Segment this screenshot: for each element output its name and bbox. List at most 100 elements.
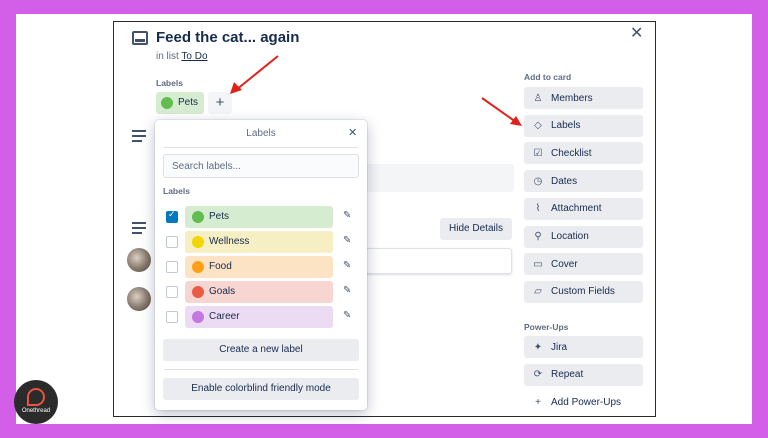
labels-section-heading: Labels [163,186,190,196]
avatar[interactable] [127,287,151,311]
paperclip-icon: ⌇ [535,203,541,215]
sidebar-button-label: Checklist [551,147,592,159]
arrow-head [510,116,522,126]
arrow-shaft [481,97,517,123]
label-dot-icon [161,97,173,109]
in-list-prefix: in list [156,51,179,62]
sidebar-button-label: Dates [551,175,578,187]
label-chip-text: Pets [178,97,199,108]
label-name: Goals [209,286,236,297]
annotation-arrow [481,97,522,126]
sidebar-button-location[interactable]: ⚲ Location [524,225,643,248]
label-name: Pets [209,211,230,222]
sidebar-button-label: Attachment [551,203,602,215]
label-checkbox[interactable] [166,261,178,273]
search-labels-input[interactable] [163,154,359,178]
label-color-dot-icon [192,211,204,223]
logo-text: Onethread [21,408,51,414]
avatar[interactable] [127,248,151,272]
popover-title: Labels [246,128,276,139]
label-bar[interactable]: Pets [185,206,333,228]
label-bar[interactable]: Career [185,306,333,328]
colorblind-mode-button[interactable]: Enable colorblind friendly mode [163,378,359,400]
label-row-food: Food ✎ [163,256,359,278]
divider [164,147,358,148]
label-color-dot-icon [192,261,204,273]
sidebar-button-attachment[interactable]: ⌇ Attachment [524,197,643,220]
label-name: Career [209,311,240,322]
sidebar-button-label: Repeat [551,369,584,381]
label-row-wellness: Wellness ✎ [163,231,359,253]
labels-popover: Labels ✕ Labels Create a new label Enabl… [155,120,367,410]
label-color-dot-icon [192,311,204,323]
description-area[interactable] [364,164,514,192]
sidebar-button-label: Custom Fields [551,286,615,298]
card-title[interactable]: Feed the cat... again [156,29,299,46]
sidebar-button-jira[interactable]: ✦ Jira [524,336,643,358]
sidebar-button-repeat[interactable]: ⟳ Repeat [524,363,643,386]
sidebar-button-dates[interactable]: ◷ Dates [524,170,643,193]
sidebar-button-custom-fields[interactable]: ▱ Custom Fields [524,280,643,303]
comment-input[interactable] [364,248,512,274]
label-bar[interactable]: Goals [185,281,333,303]
repeat-icon: ⟳ [533,369,543,381]
label-name: Food [209,261,232,272]
label-row-career: Career ✎ [163,306,359,328]
annotation-arrow [230,55,279,94]
edit-pencil-icon[interactable]: ✎ [343,310,351,321]
label-checkbox[interactable] [166,311,178,323]
sidebar-button-add-power-ups[interactable]: + Add Power-Ups [524,391,643,413]
sidebar-button-label: Labels [551,120,581,132]
label-bar[interactable]: Wellness [185,231,333,253]
label-color-dot-icon [192,286,204,298]
onethread-logo: Onethread [14,380,58,424]
card-list-info: in list To Do [156,51,208,62]
folder-icon: ▱ [534,286,542,298]
card-icon [132,31,148,45]
edit-pencil-icon[interactable]: ✎ [343,285,351,296]
label-bar[interactable]: Food [185,256,333,278]
sidebar-button-cover[interactable]: ▭ Cover [524,253,643,276]
checklist-icon: ☑ [533,147,543,159]
jira-icon: ✦ [533,341,543,353]
label-row-pets: Pets ✎ [163,206,359,228]
close-icon[interactable]: ✕ [348,126,357,139]
label-checkbox[interactable] [166,236,178,248]
pin-icon: ⚲ [534,231,542,242]
label-chip-pets[interactable]: Pets [156,92,204,114]
label-color-dot-icon [192,236,204,248]
create-label-button[interactable]: Create a new label [163,339,359,361]
label-row-goals: Goals ✎ [163,281,359,303]
description-icon [132,130,146,145]
arrow-shaft [235,55,279,91]
activity-icon [132,222,146,237]
cover-icon: ▭ [533,258,543,270]
edit-pencil-icon[interactable]: ✎ [343,210,351,221]
label-checkbox[interactable] [166,286,178,298]
powerups-heading: Power-Ups [524,322,569,332]
sidebar-button-checklist[interactable]: ☑ Checklist [524,142,643,165]
edit-pencil-icon[interactable]: ✎ [343,260,351,271]
logo-icon [27,388,45,406]
clock-icon: ◷ [533,175,543,187]
sidebar-button-label: Location [551,231,589,242]
sidebar-button-label: Add Power-Ups [551,396,622,408]
sidebar-button-label: Members [551,92,593,104]
hide-details-button[interactable]: Hide Details [440,218,512,240]
tag-icon: ◇ [534,120,542,132]
add-to-card-heading: Add to card [524,72,572,82]
close-icon[interactable]: ✕ [630,23,643,43]
arrow-head [230,82,242,94]
sidebar-button-label: Cover [551,258,578,270]
labels-heading: Labels [156,78,183,88]
divider [164,369,358,370]
edit-pencil-icon[interactable]: ✎ [343,235,351,246]
plus-icon: + [535,396,541,408]
person-icon: ♙ [533,92,543,104]
sidebar-button-label: Jira [551,341,568,353]
sidebar-button-labels[interactable]: ◇ Labels [524,114,643,137]
sidebar-button-members[interactable]: ♙ Members [524,87,643,109]
label-checkbox[interactable] [166,210,178,223]
label-name: Wellness [209,236,250,247]
list-link[interactable]: To Do [181,51,207,62]
